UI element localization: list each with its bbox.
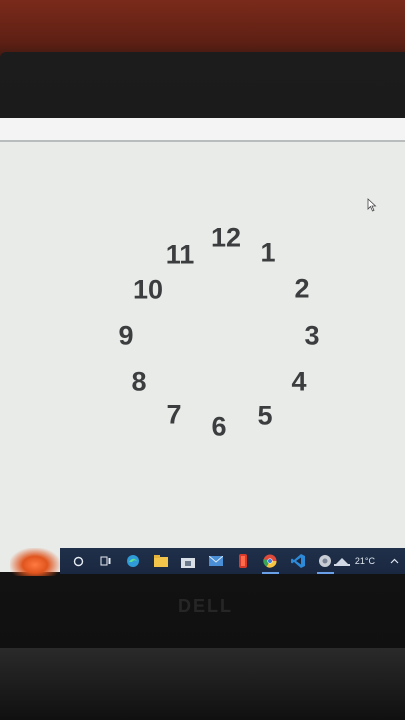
windows-taskbar: 21°C bbox=[60, 548, 405, 574]
cortana-circle-icon[interactable] bbox=[70, 552, 87, 570]
office-icon[interactable] bbox=[234, 552, 251, 570]
clock-number-2: 2 bbox=[294, 273, 310, 304]
vscode-icon[interactable] bbox=[289, 552, 306, 570]
app-icon[interactable] bbox=[316, 552, 335, 574]
file-explorer-icon[interactable] bbox=[152, 552, 169, 570]
clock-number-11: 11 bbox=[165, 239, 195, 270]
edge-icon[interactable] bbox=[125, 552, 142, 570]
clock-number-1: 1 bbox=[260, 237, 276, 268]
orange-light-blob bbox=[10, 548, 60, 576]
clock-number-6: 6 bbox=[211, 411, 227, 442]
task-view-icon[interactable] bbox=[97, 552, 114, 570]
mouse-cursor-icon bbox=[367, 198, 377, 212]
chevron-up-icon[interactable] bbox=[390, 558, 399, 564]
clock-number-3: 3 bbox=[304, 320, 320, 351]
clock-number-7: 7 bbox=[166, 399, 182, 430]
chrome-icon[interactable] bbox=[261, 552, 280, 574]
clock-number-8: 8 bbox=[131, 366, 147, 397]
dell-logo-text: DELL bbox=[178, 596, 233, 616]
laptop-screen: 12 1 2 3 4 5 6 7 8 9 10 11 bbox=[0, 118, 405, 572]
system-tray: 21°C bbox=[333, 556, 405, 566]
store-icon[interactable] bbox=[180, 552, 197, 570]
laptop-base bbox=[0, 648, 405, 720]
dell-logo: DELL bbox=[178, 596, 238, 618]
clock-number-10: 10 bbox=[132, 274, 164, 305]
weather-icon[interactable] bbox=[333, 556, 350, 566]
clock-number-9: 9 bbox=[118, 320, 134, 351]
mail-icon[interactable] bbox=[207, 552, 224, 570]
clock-number-5: 5 bbox=[257, 400, 273, 431]
clock-number-4: 4 bbox=[291, 366, 307, 397]
browser-toolbar bbox=[0, 118, 405, 142]
clock-face: 12 1 2 3 4 5 6 7 8 9 10 11 bbox=[0, 142, 405, 542]
clock-number-12: 12 bbox=[210, 222, 242, 253]
weather-temperature[interactable]: 21°C bbox=[355, 556, 375, 566]
